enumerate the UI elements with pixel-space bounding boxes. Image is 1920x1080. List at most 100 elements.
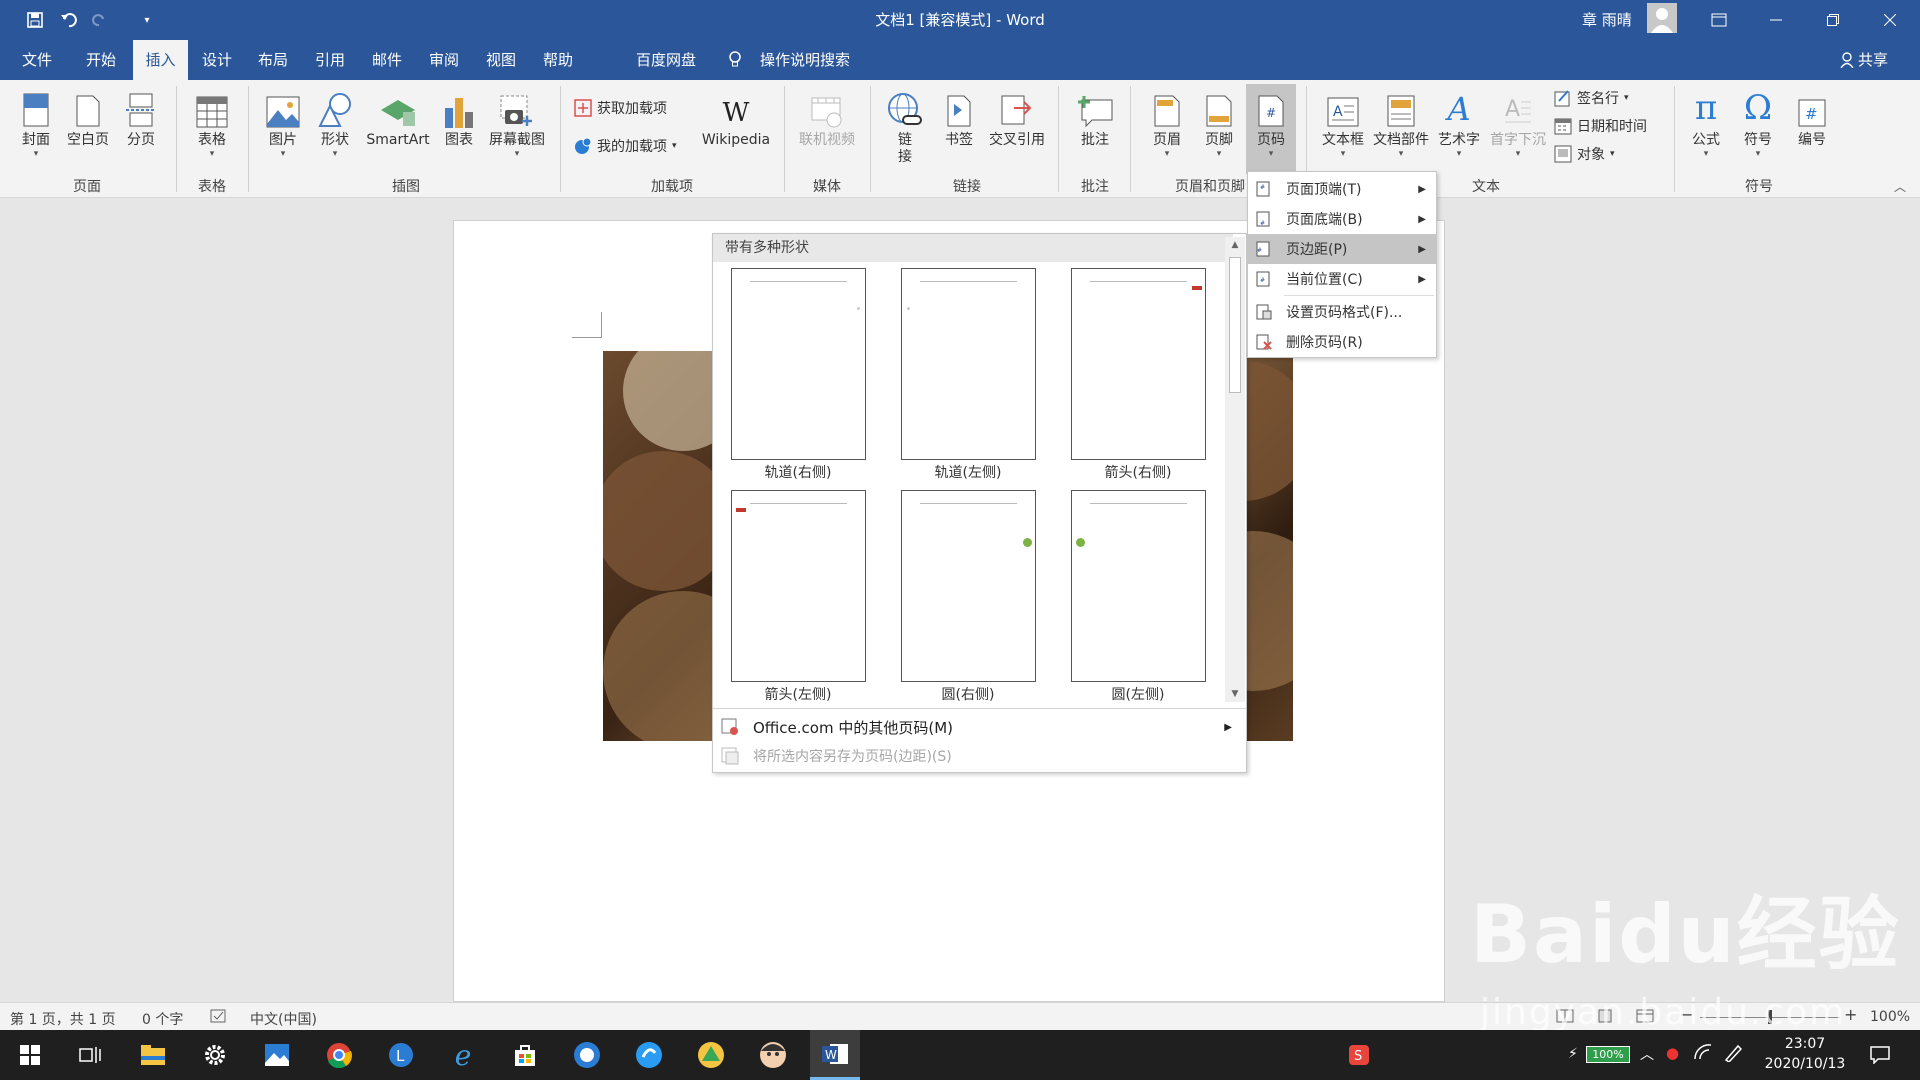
menu-item-remove-page-numbers[interactable]: 删除页码(R) [1248,327,1436,357]
more-page-numbers-office[interactable]: Office.com 中的其他页码(M) ▶ [713,712,1246,742]
table-button[interactable]: 表格 ▾ [190,88,234,159]
close-icon[interactable] [1867,0,1913,40]
link-button[interactable]: 链接 [884,88,926,166]
collapse-ribbon-icon[interactable]: ︿ [1894,178,1906,195]
footer-button[interactable]: 页脚 ▾ [1196,88,1242,159]
word-taskbar-icon[interactable]: W [810,1030,860,1080]
number-button[interactable]: # 编号 [1790,88,1834,149]
notification-icon[interactable] [1855,1030,1905,1080]
zoom-level[interactable]: 100% [1870,1009,1910,1025]
get-addins-button[interactable]: 获取加载项 [574,98,667,118]
menu-item-bottom-of-page[interactable]: # 页面底端(B) ▶ [1248,204,1436,234]
gallery-item-orbit-right[interactable] [731,268,866,460]
drop-cap-button[interactable]: A 首字下沉 ▾ [1488,88,1548,159]
app-swirl-icon[interactable] [624,1030,674,1080]
chrome-icon[interactable] [314,1030,364,1080]
proofing-icon[interactable] [210,1009,228,1023]
avatar[interactable] [1647,3,1677,33]
cover-page-button[interactable]: 封面 ▾ [16,88,56,159]
wifi-icon[interactable] [1694,1044,1712,1060]
tab-design[interactable]: 设计 [196,40,238,80]
power-plug-icon[interactable]: ⚡ [1568,1046,1578,1062]
menu-item-page-margins[interactable]: # 页边距(P) ▶ [1248,234,1436,264]
smartart-button[interactable]: SmartArt [362,88,434,149]
object-button[interactable]: 对象 ▾ [1554,144,1615,164]
minimize-icon[interactable] [1753,0,1799,40]
status-word-count[interactable]: 0 个字 [142,1009,183,1029]
ribbon-display-icon[interactable] [1696,0,1742,40]
share-button[interactable]: 共享 [1852,40,1894,80]
file-explorer-icon[interactable] [128,1030,178,1080]
blank-page-button[interactable]: 空白页 [62,88,114,149]
tab-mailings[interactable]: 邮件 [366,40,408,80]
save-selection-page-number[interactable]: 将所选内容另存为页码(边距)(S) [713,741,1246,771]
status-page-count[interactable]: 第 1 页，共 1 页 [10,1009,116,1029]
tab-review[interactable]: 审阅 [423,40,465,80]
cross-reference-button[interactable]: 交叉引用 [984,88,1050,149]
page-number-button[interactable]: # 页码 ▾ [1246,84,1296,174]
tab-insert[interactable]: 插入 [133,40,188,80]
pen-icon[interactable] [1724,1044,1742,1062]
wikipedia-button[interactable]: W Wikipedia [696,88,776,149]
tab-view[interactable]: 视图 [480,40,522,80]
scroll-down-icon[interactable]: ▼ [1227,686,1243,702]
tab-baidu-netdisk[interactable]: 百度网盘 [630,40,702,80]
photos-app-icon[interactable] [252,1030,302,1080]
chart-button[interactable]: 图表 [438,88,480,149]
signature-line-button[interactable]: 签名行 ▾ [1554,88,1629,108]
battery-indicator[interactable]: 100% [1586,1046,1630,1063]
gallery-item-circle-right[interactable] [901,490,1036,682]
tab-file[interactable]: 文件 [16,40,58,80]
restore-icon[interactable] [1810,0,1856,40]
chevron-up-icon[interactable]: ︿ [1640,1044,1654,1064]
equation-button[interactable]: π 公式 ▾ [1684,88,1728,159]
app-green-icon[interactable] [686,1030,736,1080]
sogou-input-icon[interactable]: S [1334,1030,1384,1080]
tell-me-search[interactable]: 操作说明搜索 [754,40,856,80]
wordart-button[interactable]: A 艺术字 ▾ [1434,88,1484,159]
menu-item-top-of-page[interactable]: # 页面顶端(T) ▶ [1248,174,1436,204]
picture-button[interactable]: 图片 ▾ [262,88,304,159]
scroll-thumb[interactable] [1229,257,1241,393]
gallery-item-circle-left[interactable] [1071,490,1206,682]
user-name[interactable]: 章 雨晴 [1582,9,1632,30]
tab-layout[interactable]: 布局 [252,40,294,80]
tab-references[interactable]: 引用 [309,40,351,80]
screenshot-button[interactable]: 屏幕截图 ▾ [484,88,550,159]
windows-start-icon[interactable] [5,1030,55,1080]
clock-date[interactable]: 2020/10/13 [1760,1056,1850,1072]
group-separator [1058,86,1059,192]
gallery-header: 带有多种形状 [713,234,1233,262]
online-video-button[interactable]: 联机视频 [792,88,862,149]
settings-gear-icon[interactable] [190,1030,240,1080]
internet-explorer-icon[interactable]: e [438,1030,488,1080]
tab-help[interactable]: 帮助 [537,40,579,80]
menu-item-current-position[interactable]: # 当前位置(C) ▶ [1248,264,1436,294]
status-language[interactable]: 中文(中国) [250,1009,317,1029]
my-addins-button[interactable]: 我的加载项 ▾ [574,136,677,156]
gallery-item-orbit-left[interactable] [901,268,1036,460]
qq-icon[interactable]: ● [1666,1044,1679,1062]
menu-item-format-page-numbers[interactable]: 设置页码格式(F)... [1248,297,1436,327]
quick-parts-button[interactable]: 文档部件 ▾ [1370,88,1432,159]
header-button[interactable]: 页眉 ▾ [1144,88,1190,159]
comment-button[interactable]: 批注 [1068,88,1122,149]
shapes-button[interactable]: 形状 ▾ [312,88,358,159]
date-time-button[interactable]: 日期和时间 [1554,116,1647,136]
scroll-up-icon[interactable]: ▲ [1227,237,1243,253]
store-app-icon[interactable] [500,1030,550,1080]
gallery-item-arrow-right[interactable] [1071,268,1206,460]
text-box-button[interactable]: A 文本框 ▾ [1316,88,1370,159]
symbol-button[interactable]: Ω 符号 ▾ [1736,88,1780,159]
gallery-scrollbar[interactable]: ▲ ▼ [1225,237,1245,702]
clock-time[interactable]: 23:07 [1760,1036,1850,1052]
browser-q-icon[interactable] [562,1030,612,1080]
svg-text:L: L [396,1047,405,1065]
gallery-item-arrow-left[interactable] [731,490,866,682]
tab-home[interactable]: 开始 [80,40,122,80]
app-l-icon[interactable]: L [376,1030,426,1080]
bookmark-button[interactable]: 书签 [938,88,980,149]
page-break-button[interactable]: 分页 [120,88,162,149]
app-avatar-icon[interactable] [748,1030,798,1080]
task-view-icon[interactable] [65,1030,115,1080]
